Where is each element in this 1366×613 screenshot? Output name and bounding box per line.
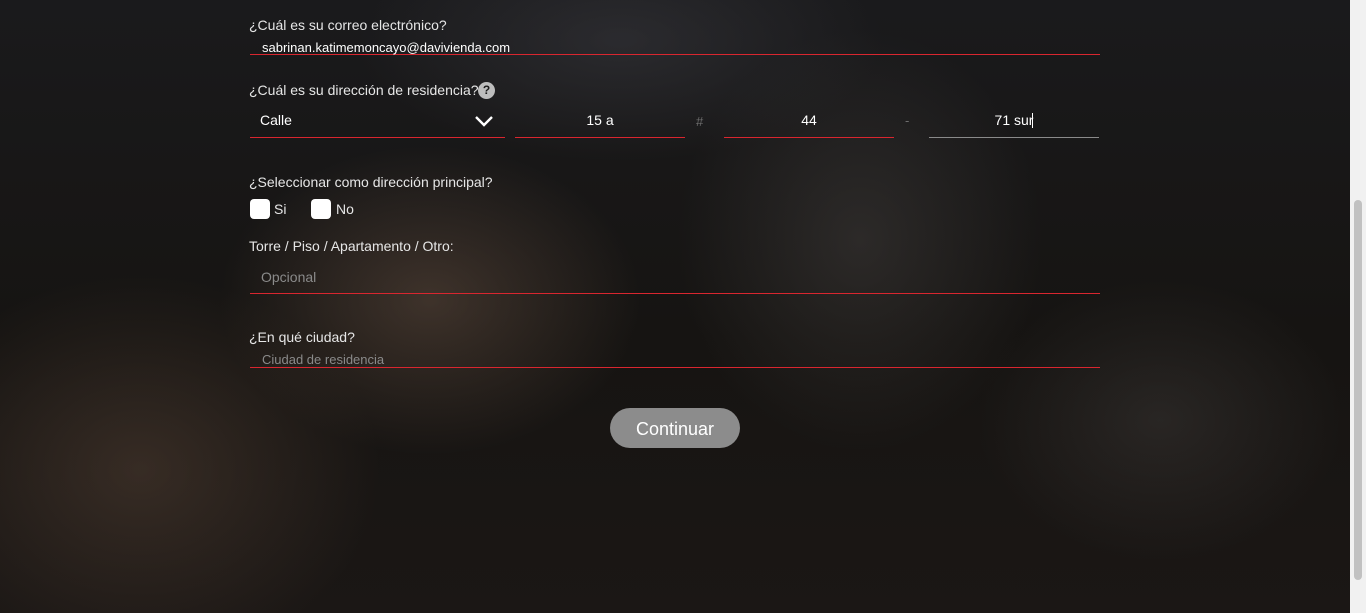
background-photo (0, 0, 1350, 613)
no-label: No (336, 201, 354, 217)
primary-address-label: ¿Seleccionar como dirección principal? (249, 174, 493, 190)
tower-placeholder: Opcional (261, 269, 317, 285)
tower-label: Torre / Piso / Apartamento / Otro: (249, 238, 454, 254)
address-label: ¿Cuál es su dirección de residencia? (249, 82, 479, 98)
text-caret (1032, 113, 1033, 128)
scrollbar[interactable] (1350, 0, 1366, 613)
street-number-input[interactable]: 15 a (515, 104, 685, 138)
hash-separator: # (696, 114, 704, 129)
street-type-value: Calle (260, 112, 292, 128)
yes-checkbox[interactable] (250, 199, 270, 219)
email-value: sabrinan.katimemoncayo@davivienda.com (262, 40, 511, 55)
continue-button[interactable]: Continuar (610, 408, 740, 448)
yes-label: Si (274, 201, 287, 217)
street-type-select[interactable]: Calle (250, 104, 505, 138)
house-number-input[interactable]: 71 sur (929, 104, 1099, 138)
city-label: ¿En qué ciudad? (249, 329, 355, 345)
tower-input[interactable]: Opcional (250, 262, 1100, 294)
email-field[interactable]: sabrinan.katimemoncayo@davivienda.com (250, 36, 1100, 55)
dash-separator: - (905, 113, 910, 128)
city-input[interactable]: Ciudad de residencia (250, 348, 1100, 368)
email-label: ¿Cuál es su correo electrónico? (249, 17, 447, 33)
cross-number-input[interactable]: 44 (724, 104, 894, 138)
city-placeholder: Ciudad de residencia (262, 352, 385, 367)
no-checkbox[interactable] (311, 199, 331, 219)
house-number-value: 71 sur (994, 112, 1034, 128)
street-number-value: 15 a (586, 112, 614, 128)
cross-number-value: 44 (801, 112, 817, 128)
chevron-down-icon (475, 116, 493, 127)
scrollbar-thumb[interactable] (1354, 200, 1362, 580)
help-icon[interactable]: ? (478, 82, 495, 99)
